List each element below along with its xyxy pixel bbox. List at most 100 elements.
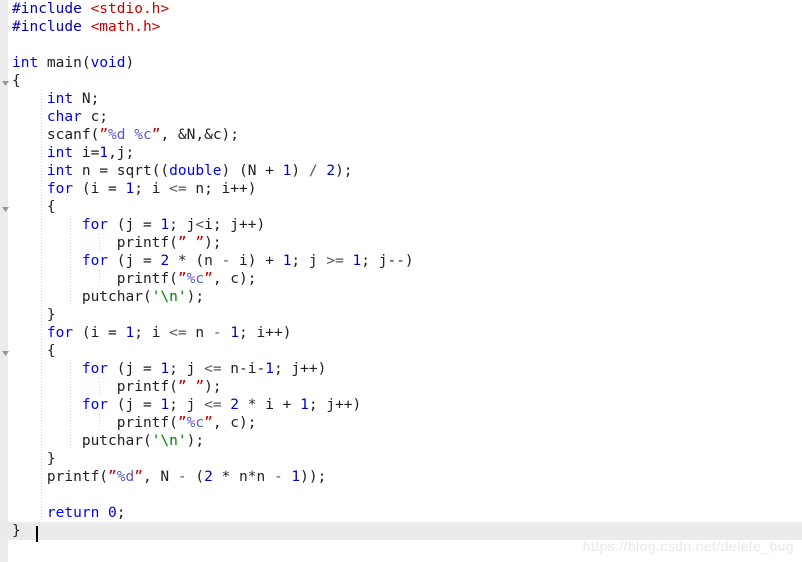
code-token: for <box>81 253 109 269</box>
code-token: , c); <box>212 415 257 431</box>
code-line[interactable]: printf(”%d”, N - (2 * n*n - 1)); <box>0 468 802 486</box>
code-editor-surface[interactable]: #include <stdio.h> #include <math.h> int … <box>0 0 802 562</box>
code-line[interactable]: for (j = 1; j<i; j++) <box>0 216 802 234</box>
code-token: 1 <box>99 145 109 161</box>
code-token: <= <box>169 181 187 197</box>
code-token: (j = <box>108 253 161 269</box>
code-token: (j = <box>108 397 161 413</box>
code-line[interactable]: int N; <box>0 90 802 108</box>
code-token: ) <box>125 55 135 71</box>
code-token: printf( <box>12 379 178 395</box>
code-token: 1 <box>352 253 362 269</box>
code-token: < <box>195 217 205 233</box>
code-line[interactable]: putchar('\n'); <box>0 432 802 450</box>
code-line[interactable]: for (j = 1; j <= 2 * i + 1; j++) <box>0 396 802 414</box>
fold-marker-for-block-2[interactable] <box>1 349 10 358</box>
code-token: ; i++) <box>239 325 292 341</box>
code-token: n; i++) <box>186 181 257 197</box>
code-token: / <box>308 163 318 179</box>
indent-guide <box>99 270 100 288</box>
code-token: { <box>12 199 56 215</box>
code-token: ” <box>134 469 143 485</box>
code-token: %d <box>116 469 135 485</box>
code-line[interactable]: int n = sqrt((double) (N + 1) / 2); <box>0 162 802 180</box>
code-line[interactable]: { <box>0 342 802 360</box>
code-token: 1 <box>160 217 170 233</box>
code-line[interactable]: putchar('\n'); <box>0 288 802 306</box>
code-token: <stdio.h> <box>90 1 170 17</box>
code-token: ,j; <box>108 145 135 161</box>
code-token: <math.h> <box>90 19 161 35</box>
indent-guide <box>99 414 100 432</box>
code-token: * n*n <box>212 469 274 485</box>
code-token: double <box>169 163 222 179</box>
code-token: ; j <box>169 361 205 377</box>
code-line[interactable]: #include <math.h> <box>0 18 802 36</box>
code-line[interactable] <box>0 486 802 504</box>
code-token: printf( <box>12 469 109 485</box>
code-line[interactable]: #include <stdio.h> <box>0 0 802 18</box>
code-token: for <box>81 217 109 233</box>
code-token: i= <box>73 145 100 161</box>
code-line[interactable]: for (j = 1; j <= n-i-1; j++) <box>0 360 802 378</box>
fold-marker-main-block[interactable] <box>1 79 10 88</box>
indent-guide <box>99 234 100 252</box>
code-token: #include <box>12 1 91 17</box>
code-token: ” <box>204 271 213 287</box>
indent-guide <box>70 360 71 450</box>
code-token: ) <box>291 163 309 179</box>
code-token: '\n' <box>151 433 187 449</box>
code-token: } <box>12 451 56 467</box>
code-line[interactable]: int main(void) <box>0 54 802 72</box>
code-token: - <box>212 325 222 341</box>
code-line[interactable]: printf(” ”); <box>0 234 802 252</box>
code-token: printf( <box>12 235 178 251</box>
code-line[interactable]: } <box>0 306 802 324</box>
code-token: * (n <box>169 253 222 269</box>
code-token: , c); <box>212 271 257 287</box>
code-line[interactable]: return 0; <box>0 504 802 522</box>
code-line[interactable]: printf(” ”); <box>0 378 802 396</box>
code-token: ); <box>186 289 205 305</box>
code-token: ; j <box>291 253 327 269</box>
code-line[interactable]: } <box>0 450 802 468</box>
indent-guide <box>99 378 100 396</box>
code-token: return <box>46 505 100 521</box>
code-token: (j = <box>108 217 161 233</box>
code-token: * i + <box>239 397 301 413</box>
code-line[interactable]: char c; <box>0 108 802 126</box>
code-token: c; <box>81 109 109 125</box>
code-token: ); <box>204 235 222 251</box>
code-line[interactable]: printf(”%c”, c); <box>0 270 802 288</box>
code-token: printf( <box>12 271 178 287</box>
code-line[interactable]: scanf(”%d %c”, &N,&c); <box>0 126 802 144</box>
indent-guide <box>70 216 71 306</box>
code-token: (j = <box>108 361 161 377</box>
fold-marker-for-block-1[interactable] <box>1 205 10 214</box>
code-token: ” <box>99 127 109 143</box>
code-line[interactable] <box>0 36 802 54</box>
code-token: 1 <box>125 181 135 197</box>
code-token: 0 <box>108 505 117 521</box>
code-token: %d %c <box>108 127 152 143</box>
code-token: ” <box>204 415 213 431</box>
code-line[interactable]: for (j = 2 * (n - i) + 1; j >= 1; j--) <box>0 252 802 270</box>
code-line[interactable]: { <box>0 198 802 216</box>
code-line[interactable]: int i=1,j; <box>0 144 802 162</box>
code-token: printf( <box>12 415 178 431</box>
indent-guide <box>41 90 42 522</box>
code-token: { <box>12 343 56 359</box>
code-token: ” <box>177 415 187 431</box>
code-line[interactable]: printf(”%c”, c); <box>0 414 802 432</box>
code-token: )); <box>300 469 327 485</box>
code-line-container: #include <stdio.h> #include <math.h> int … <box>0 0 802 540</box>
code-token: - <box>273 469 283 485</box>
code-token: 1 <box>125 325 135 341</box>
code-line[interactable]: for (i = 1; i <= n - 1; i++) <box>0 324 802 342</box>
code-line[interactable]: { <box>0 72 802 90</box>
code-token: } <box>12 307 56 323</box>
code-line[interactable]: for (i = 1; i <= n; i++) <box>0 180 802 198</box>
code-token: scanf( <box>12 127 100 143</box>
code-token: <= <box>204 361 222 377</box>
